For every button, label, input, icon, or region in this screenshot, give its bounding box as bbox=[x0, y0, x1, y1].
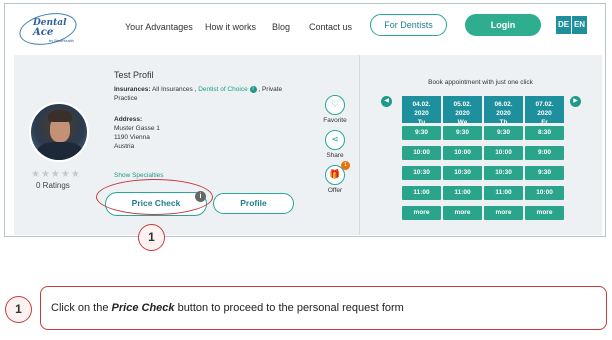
time-slot-button[interactable]: 9:30 bbox=[402, 126, 441, 140]
dentist-name: Test Profil bbox=[114, 70, 154, 80]
day-year: 2020 bbox=[537, 110, 552, 117]
avatar-hair bbox=[48, 110, 72, 122]
time-slot-button[interactable]: 9:30 bbox=[525, 166, 564, 180]
more-slots-button[interactable]: more bbox=[443, 206, 482, 220]
lang-en-button[interactable]: EN bbox=[572, 16, 587, 34]
address-line: Austria bbox=[114, 143, 135, 150]
day-year: 2020 bbox=[414, 110, 429, 117]
day-year: 2020 bbox=[455, 110, 470, 117]
day-header: 07.02. 2020 Fr bbox=[525, 96, 564, 126]
day-date: 07.02. bbox=[535, 101, 554, 108]
offer-label: Offer bbox=[327, 187, 343, 194]
address-block: Address: Muster Gasse 1 1190 Vienna Aust… bbox=[114, 115, 160, 151]
avatar bbox=[29, 102, 89, 162]
rating-stars: ★★★★★ bbox=[31, 169, 81, 180]
more-slots-button[interactable]: more bbox=[484, 206, 523, 220]
more-slots-button[interactable]: more bbox=[525, 206, 564, 220]
dentist-card: ★★★★★ 0 Ratings Test Profil Insurances: … bbox=[14, 55, 602, 235]
insurances-label: Insurances: bbox=[114, 86, 151, 93]
insurances-pre: All Insurances , bbox=[151, 86, 197, 93]
insurances-line2: Practice bbox=[114, 95, 138, 102]
login-button[interactable]: Login bbox=[465, 14, 541, 36]
address-label: Address: bbox=[114, 116, 143, 123]
instruction-pre: Click on the bbox=[51, 302, 112, 314]
logo-text-ace: Ace bbox=[33, 27, 54, 38]
time-slot-button[interactable]: 10:00 bbox=[443, 146, 482, 160]
chevron-left-icon[interactable]: ◀ bbox=[381, 96, 392, 107]
instruction-post: button to proceed to the personal reques… bbox=[174, 302, 404, 314]
address-line: 1190 Vienna bbox=[114, 134, 150, 141]
day-date: 06.02. bbox=[494, 101, 513, 108]
time-slot-button[interactable]: 10:00 bbox=[402, 146, 441, 160]
favorite-label: Favorite bbox=[323, 117, 347, 124]
share-icon[interactable]: ⋖ bbox=[325, 130, 345, 150]
booking-title: Book appointment with just one click bbox=[428, 79, 533, 86]
day-year: 2020 bbox=[496, 110, 511, 117]
time-slot-button[interactable]: 11:00 bbox=[443, 186, 482, 200]
info-icon[interactable]: i bbox=[249, 85, 257, 93]
time-slot-button[interactable]: 9:00 bbox=[525, 146, 564, 160]
day-header: 05.02. 2020 We bbox=[443, 96, 482, 126]
time-slot-button[interactable]: 10:30 bbox=[484, 166, 523, 180]
dental-ace-logo[interactable]: Dental Ace by BestHealth bbox=[16, 8, 80, 50]
time-slot-button[interactable]: 9:30 bbox=[484, 126, 523, 140]
nav-contact-us[interactable]: Contact us bbox=[309, 22, 352, 32]
more-slots-button[interactable]: more bbox=[402, 206, 441, 220]
address-line: Muster Gasse 1 bbox=[114, 125, 160, 132]
lang-de-button[interactable]: DE bbox=[556, 16, 571, 34]
day-date: 05.02. bbox=[453, 101, 472, 108]
time-slot-button[interactable]: 10:30 bbox=[443, 166, 482, 180]
share-label: Share bbox=[326, 152, 344, 159]
insurances-post: , Private bbox=[258, 86, 283, 93]
profile-button[interactable]: Profile bbox=[213, 193, 294, 214]
day-header: 04.02. 2020 Tu bbox=[402, 96, 441, 126]
time-slot-button[interactable]: 11:00 bbox=[402, 186, 441, 200]
time-slot-button[interactable]: 8:30 bbox=[525, 126, 564, 140]
offer-badge: 1 bbox=[341, 161, 350, 170]
chevron-right-icon[interactable]: ▶ bbox=[570, 96, 581, 107]
for-dentists-button[interactable]: For Dentists bbox=[370, 14, 447, 36]
step-marker-legend: 1 bbox=[5, 296, 32, 323]
time-slot-button[interactable]: 10:30 bbox=[402, 166, 441, 180]
highlight-ring bbox=[96, 179, 213, 215]
time-slot-button[interactable]: 10:00 bbox=[525, 186, 564, 200]
day-date: 04.02. bbox=[412, 101, 431, 108]
day-header: 06.02. 2020 Th bbox=[484, 96, 523, 126]
avatar-suit bbox=[37, 142, 83, 160]
instruction-box: Click on the Price Check button to proce… bbox=[40, 286, 607, 330]
heart-icon[interactable]: ♡ bbox=[325, 95, 345, 115]
instruction-bold: Price Check bbox=[111, 302, 175, 314]
ratings-count: 0 Ratings bbox=[36, 181, 70, 190]
logo-text-by: by BestHealth bbox=[49, 38, 74, 43]
time-slot-button[interactable]: 10:00 bbox=[484, 146, 523, 160]
time-slot-button[interactable]: 11:00 bbox=[484, 186, 523, 200]
nav-blog[interactable]: Blog bbox=[272, 22, 290, 32]
time-slot-button[interactable]: 9:30 bbox=[443, 126, 482, 140]
step-marker: 1 bbox=[138, 224, 165, 251]
nav-your-advantages[interactable]: Your Advantages bbox=[125, 22, 193, 32]
dentist-of-choice-link[interactable]: Dentist of Choice bbox=[198, 86, 248, 93]
nav-how-it-works[interactable]: How it works bbox=[205, 22, 256, 32]
insurances-block: Insurances: All Insurances , Dentist of … bbox=[114, 85, 284, 103]
browser-frame: Dental Ace by BestHealth Your Advantages… bbox=[4, 3, 606, 237]
